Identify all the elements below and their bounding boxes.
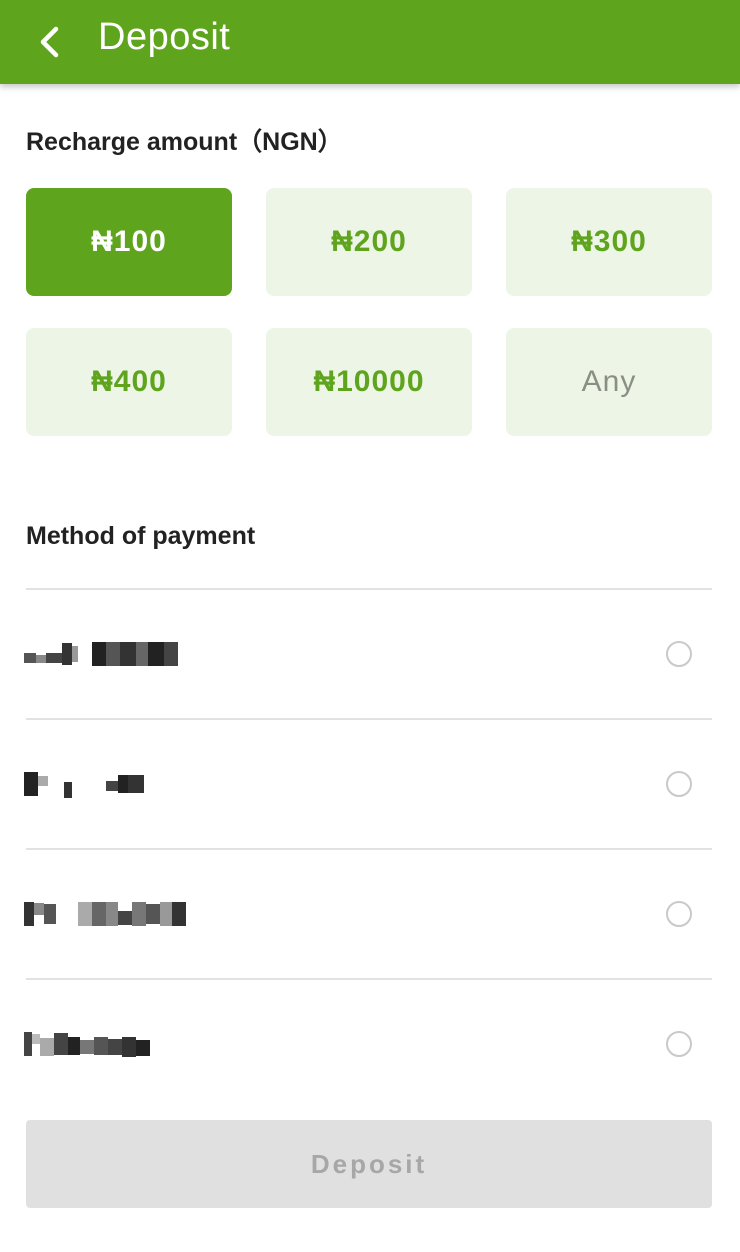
amount-option-any[interactable]: Any bbox=[506, 328, 712, 436]
payment-method-radio[interactable] bbox=[666, 901, 692, 927]
payment-method-label-blurred bbox=[24, 900, 186, 928]
recharge-amount-title: Recharge amount（NGN） bbox=[26, 128, 343, 156]
payment-method-radio[interactable] bbox=[666, 771, 692, 797]
payment-method-title: Method of payment bbox=[26, 522, 256, 550]
payment-method-row[interactable] bbox=[24, 590, 712, 718]
payment-method-label-blurred bbox=[24, 770, 144, 798]
back-button[interactable] bbox=[24, 14, 80, 70]
amount-option-400[interactable]: ₦400 bbox=[26, 328, 232, 436]
payment-method-label-blurred bbox=[24, 640, 178, 668]
page-title: Deposit bbox=[98, 16, 231, 58]
chevron-left-icon bbox=[40, 26, 59, 58]
payment-method-row[interactable] bbox=[24, 980, 712, 1108]
payment-method-radio[interactable] bbox=[666, 641, 692, 667]
payment-method-row[interactable] bbox=[24, 850, 712, 978]
amount-option-200[interactable]: ₦200 bbox=[266, 188, 472, 296]
payment-method-radio[interactable] bbox=[666, 1031, 692, 1057]
amount-option-10000[interactable]: ₦10000 bbox=[266, 328, 472, 436]
amount-option-100[interactable]: ₦100 bbox=[26, 188, 232, 296]
amount-option-300[interactable]: ₦300 bbox=[506, 188, 712, 296]
app-header: Deposit bbox=[0, 0, 740, 84]
deposit-submit-button[interactable]: Deposit bbox=[26, 1120, 712, 1208]
payment-method-label-blurred bbox=[24, 1030, 150, 1058]
payment-method-row[interactable] bbox=[24, 720, 712, 848]
